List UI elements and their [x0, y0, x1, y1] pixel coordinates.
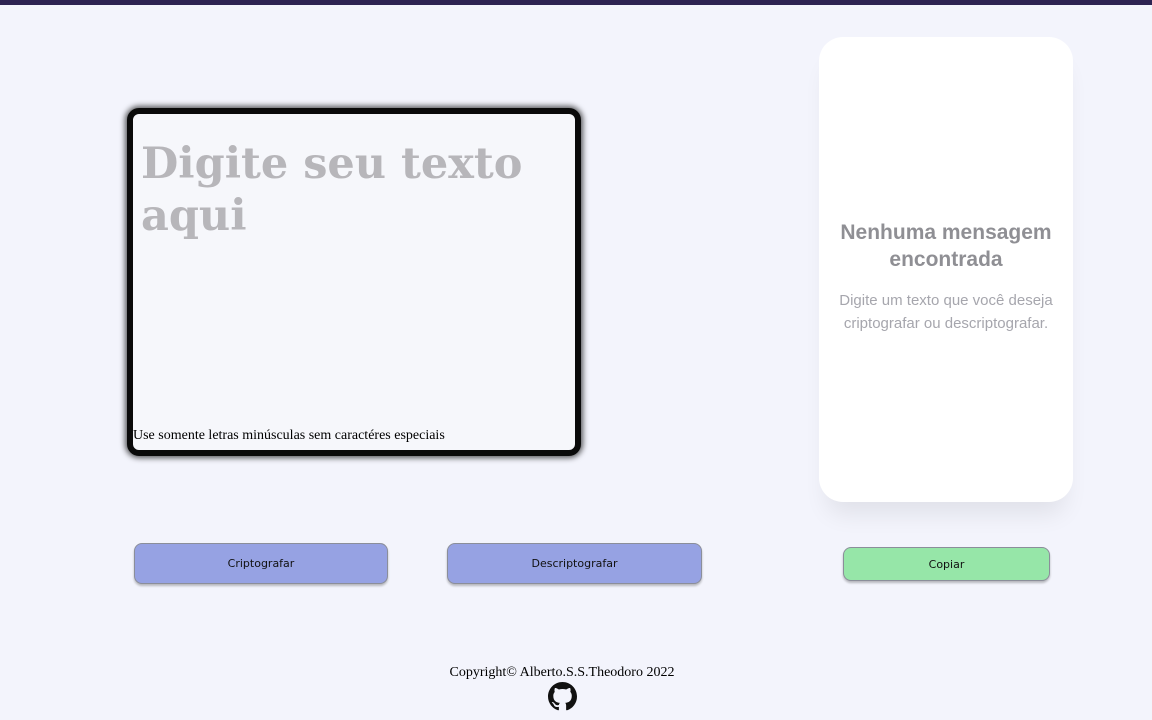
output-title: Nenhuma mensagem encontrada: [840, 221, 1052, 271]
github-link[interactable]: [548, 682, 577, 711]
github-icon: [548, 682, 577, 711]
footer-copyright: Copyright© Alberto.S.S.Theodoro 2022: [449, 665, 675, 680]
decrypt-button[interactable]: Descriptografar: [447, 543, 702, 584]
text-input[interactable]: [133, 114, 575, 424]
top-bar: [0, 0, 1152, 5]
input-hint: Use somente letras minúsculas sem caract…: [133, 428, 445, 443]
copy-button[interactable]: Copiar: [843, 547, 1050, 581]
output-subtitle: Digite um texto que você deseja criptogr…: [839, 292, 1053, 332]
output-card: Nenhuma mensagem encontrada Digite um te…: [819, 37, 1073, 502]
encrypt-button[interactable]: Criptografar: [134, 543, 388, 584]
text-input-card: Use somente letras minúsculas sem caract…: [127, 108, 581, 456]
